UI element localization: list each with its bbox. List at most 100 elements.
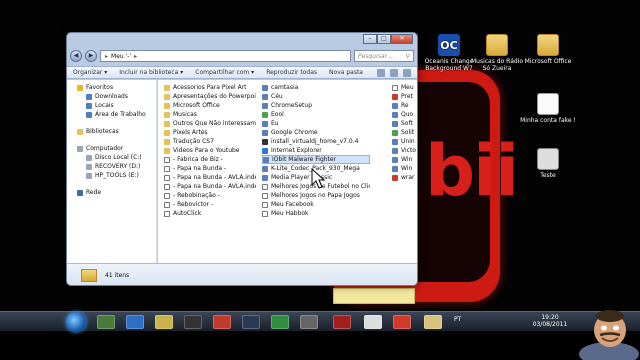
language-indicator[interactable]: PT <box>454 316 461 323</box>
nav-libraries[interactable]: Bibliotecas <box>67 127 156 136</box>
nav-network[interactable]: Rede <box>67 188 156 197</box>
sticky-note[interactable] <box>333 288 415 304</box>
nav-computer[interactable]: Computador <box>67 144 156 153</box>
file-item[interactable]: wrar <box>392 173 416 182</box>
minimize-button[interactable]: – <box>363 34 377 44</box>
nav-locais[interactable]: Locais <box>67 101 156 110</box>
file-item[interactable]: Victo <box>392 146 416 155</box>
new-folder-button[interactable]: Nova pasta <box>329 69 363 76</box>
file-item[interactable]: Acessorios Para Pixel Art <box>164 83 256 92</box>
taskbar-app-icon[interactable] <box>271 315 289 329</box>
folder-icon <box>164 147 170 154</box>
taskbar-app-icon[interactable] <box>393 315 411 329</box>
file-name: Meu Habbok <box>271 210 309 217</box>
forward-button[interactable]: ▶ <box>85 50 97 62</box>
file-item[interactable]: AutoClick <box>164 209 256 218</box>
file-item[interactable]: Win <box>392 155 416 164</box>
file-item[interactable]: Pret <box>392 92 416 101</box>
address-bar[interactable]: ▸ Meu '-' ▸ <box>100 50 351 62</box>
file-item[interactable]: ChromeSetup <box>262 101 370 110</box>
file-item[interactable]: Meu Habbok <box>262 209 370 218</box>
file-name: Internet Explorer <box>271 147 322 154</box>
search-icon: ⚲ <box>405 52 410 60</box>
calendar-icon[interactable] <box>364 315 382 329</box>
share-with-button[interactable]: Compartilhar com ▾ <box>195 69 254 76</box>
ie-icon[interactable] <box>126 315 144 329</box>
file-item[interactable]: Eu <box>262 119 370 128</box>
file-item[interactable]: Internet Explorer <box>262 146 370 155</box>
maximize-button[interactable]: □ <box>377 34 391 44</box>
file-item[interactable]: Quo <box>392 110 416 119</box>
file-name: Apresentações do Powerpoint <box>173 93 256 100</box>
file-item[interactable]: Meu <box>392 83 416 92</box>
close-button[interactable]: ✕ <box>391 34 413 44</box>
file-item[interactable]: Re <box>392 101 416 110</box>
help-icon[interactable] <box>403 68 411 77</box>
desktop-icon-office[interactable]: Microsoft Office <box>518 34 578 65</box>
file-item[interactable]: camtasia <box>262 83 370 92</box>
shortcut-icon <box>262 183 268 190</box>
nav-downloads[interactable]: Downloads <box>67 92 156 101</box>
include-library-button[interactable]: Incluir na biblioteca ▾ <box>119 69 183 76</box>
file-item[interactable]: Musicas <box>164 110 256 119</box>
start-button[interactable] <box>66 312 86 332</box>
application-icon <box>262 147 268 154</box>
file-name: Videos Para o Youtube <box>173 147 240 154</box>
file-item[interactable]: - Papa na Bunda - <box>164 164 256 173</box>
back-button[interactable]: ◀ <box>70 50 82 62</box>
application-icon <box>262 129 268 136</box>
clock[interactable]: 19:20 03/08/2011 <box>530 314 570 328</box>
file-item[interactable]: IObit Malware Fighter <box>262 155 370 164</box>
file-item[interactable]: - Papa na Bunda - AVLA.index <box>164 173 256 182</box>
file-item[interactable]: - Papa na Bunda - AVLA.index <box>164 182 256 191</box>
nav-drive-d[interactable]: RECOVERY (D:) <box>67 162 156 171</box>
file-item[interactable]: Céu <box>262 92 370 101</box>
desktop-icon-conta-fake[interactable]: Minha conta fake ! <box>518 93 578 124</box>
file-item[interactable]: Outros Que Não interessam ! <box>164 119 256 128</box>
file-item[interactable]: Meu Facebook <box>262 200 370 209</box>
file-item[interactable]: Soft <box>392 119 416 128</box>
powerpoint-icon[interactable] <box>213 315 231 329</box>
file-item[interactable]: - Rebobinação - <box>164 191 256 200</box>
file-name: Pret <box>401 93 413 100</box>
file-item[interactable]: Unin <box>392 137 416 146</box>
breadcrumb-item[interactable]: Meu '-' <box>111 53 131 60</box>
file-item[interactable]: Videos Para o Youtube <box>164 146 256 155</box>
file-item[interactable]: install_virtualdj_home_v7.0.4 <box>262 137 370 146</box>
file-item[interactable]: Apresentações do Powerpoint <box>164 92 256 101</box>
file-item[interactable]: Tradução CS7 <box>164 137 256 146</box>
explorer-icon[interactable] <box>424 315 442 329</box>
search-input[interactable]: Pesquisar ... ⚲ <box>354 50 414 62</box>
file-name: Meu Facebook <box>271 201 314 208</box>
file-item[interactable]: - Rebovictor - <box>164 200 256 209</box>
desktop-icon-teste[interactable]: Teste <box>518 148 578 179</box>
document-icon <box>537 93 559 115</box>
file-item[interactable]: - Fabrica de Biz - <box>164 155 256 164</box>
application-icon <box>262 138 268 145</box>
file-item[interactable]: Melhores Jogos no Papa Jogos <box>262 191 370 200</box>
file-item[interactable]: Eool <box>262 110 370 119</box>
nav-desktop[interactable]: Área de Trabalho <box>67 110 156 119</box>
item-count: 41 itens <box>105 272 130 279</box>
view-options-icon[interactable] <box>377 68 385 77</box>
organize-button[interactable]: Organizar ▾ <box>73 69 107 76</box>
nav-drive-e[interactable]: HP_TOOLS (E:) <box>67 171 156 180</box>
file-item[interactable]: Win <box>392 164 416 173</box>
file-item[interactable]: Solit <box>392 128 416 137</box>
breadcrumb-arrow-icon[interactable]: ▸ <box>134 53 137 60</box>
application-icon <box>392 174 398 181</box>
file-item[interactable]: Pixels Artes <box>164 128 256 137</box>
taskbar-app-icon[interactable] <box>242 315 260 329</box>
taskbar-app-icon[interactable] <box>97 315 115 329</box>
file-item[interactable]: Microsoft Office <box>164 101 256 110</box>
taskbar-app-icon[interactable] <box>184 315 202 329</box>
title-bar[interactable]: – □ ✕ <box>67 33 417 47</box>
nav-drive-c[interactable]: Disco Local (C:) <box>67 153 156 162</box>
taskbar-app-icon[interactable] <box>155 315 173 329</box>
taskbar-app-icon[interactable] <box>300 315 318 329</box>
nav-favorites[interactable]: Favoritos <box>67 83 156 92</box>
preview-pane-icon[interactable] <box>390 68 398 77</box>
taskbar-app-icon[interactable] <box>333 315 351 329</box>
play-all-button[interactable]: Reproduzir todas <box>266 69 317 76</box>
file-item[interactable]: Google Chrome <box>262 128 370 137</box>
